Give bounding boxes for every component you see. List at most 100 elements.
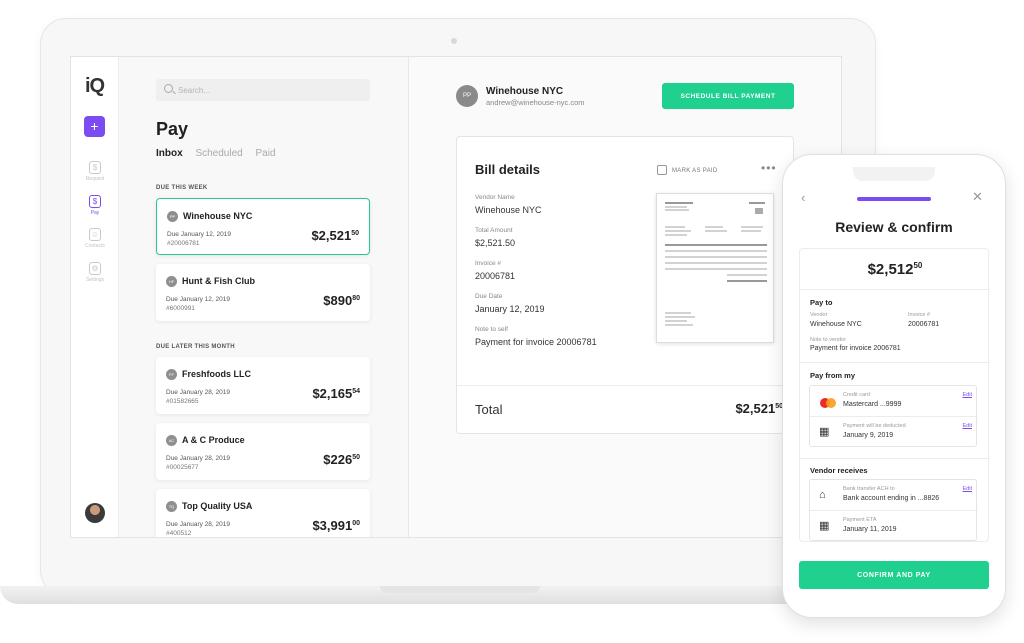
search-box[interactable] bbox=[156, 79, 370, 101]
page-title: Pay bbox=[156, 119, 189, 139]
more-options-icon[interactable]: ••• bbox=[761, 161, 777, 175]
schedule-bill-payment-button[interactable]: SCHEDULE BILL PAYMENT bbox=[662, 83, 794, 109]
bank-icon: ⌂ bbox=[819, 489, 826, 501]
amount-dollars: $3,991 bbox=[312, 518, 353, 533]
nav-item-label: Request bbox=[85, 176, 105, 182]
invoice-number: #6000991 bbox=[166, 305, 195, 312]
divider bbox=[800, 458, 990, 459]
section-label-this-week: DUE THIS WEEK bbox=[156, 185, 208, 191]
close-icon[interactable]: ✕ bbox=[972, 189, 983, 205]
calendar-arrow-icon: ▦ bbox=[819, 520, 830, 532]
divider bbox=[457, 385, 795, 386]
checkbox-icon[interactable] bbox=[657, 165, 667, 175]
vendor-avatar: PP bbox=[456, 85, 478, 107]
deduct-key: Payment will be deducted bbox=[843, 423, 906, 429]
progress-fill bbox=[857, 197, 931, 201]
total-dollars: $2,521 bbox=[735, 401, 776, 416]
nav-item-contacts[interactable]: ☺ Contacts bbox=[75, 228, 115, 249]
vendor-badge: TQ bbox=[166, 501, 177, 512]
eta-value: January 11, 2019 bbox=[843, 526, 897, 533]
review-title: Review & confirm bbox=[835, 219, 953, 235]
divider bbox=[800, 289, 990, 290]
pay-from-heading: Pay from my bbox=[810, 371, 856, 380]
amount-cents: 50 bbox=[351, 230, 359, 237]
amount-cents: 80 bbox=[352, 295, 360, 302]
vendor-header-name: Winehouse NYC bbox=[486, 86, 564, 97]
request-icon: $ bbox=[89, 161, 101, 174]
field-value: $2,521.50 bbox=[475, 238, 516, 248]
settings-icon: ⚙ bbox=[89, 262, 101, 275]
vendor-receives-heading: Vendor receives bbox=[810, 466, 868, 475]
bill-card[interactable]: AC A & C Produce Due January 28, 2019 #0… bbox=[156, 423, 370, 480]
eta-key: Payment ETA bbox=[843, 517, 877, 523]
edit-bank-link[interactable]: Edit bbox=[963, 486, 972, 492]
field-value: January 12, 2019 bbox=[475, 304, 545, 314]
phone-frame: ‹ ✕ Review & confirm $2,51250 Pay to Ven… bbox=[782, 154, 1006, 618]
progress-bar bbox=[857, 197, 931, 201]
user-avatar[interactable] bbox=[85, 503, 105, 523]
vendor-badge: FF bbox=[166, 369, 177, 380]
field-label: Note to self bbox=[475, 326, 508, 333]
invoice-number: #400512 bbox=[166, 530, 192, 537]
tab-paid[interactable]: Paid bbox=[256, 148, 276, 159]
field-total-amount: Total Amount $2,521.50 bbox=[475, 227, 515, 248]
bill-card[interactable]: FF Freshfoods LLC Due January 28, 2019 #… bbox=[156, 357, 370, 414]
field-value: Winehouse NYC bbox=[475, 205, 542, 215]
credit-card-row: Credit card Mastercard ...9999 Edit bbox=[810, 386, 978, 416]
tab-inbox[interactable]: Inbox bbox=[156, 148, 183, 159]
bill-amount: $2,16554 bbox=[312, 386, 360, 401]
vendor-badge: HF bbox=[166, 276, 177, 287]
bill-card[interactable]: HF Hunt & Fish Club Due January 12, 2019… bbox=[156, 264, 370, 321]
payment-eta-row: ▦ Payment ETA January 11, 2019 bbox=[810, 511, 978, 541]
field-label: Invoice # bbox=[475, 260, 502, 267]
field-label: Vendor Name bbox=[475, 194, 515, 201]
field-value: Payment for invoice 20006781 bbox=[475, 337, 597, 347]
mark-as-paid-label: MARK AS PAID bbox=[672, 168, 718, 174]
field-value: 20006781 bbox=[475, 271, 516, 281]
edit-date-link[interactable]: Edit bbox=[963, 423, 972, 429]
review-cents: 50 bbox=[913, 261, 923, 270]
mark-as-paid-toggle[interactable]: MARK AS PAID bbox=[657, 165, 718, 175]
field-due-date: Due Date January 12, 2019 bbox=[475, 293, 545, 314]
bill-card[interactable]: TQ Top Quality USA Due January 28, 2019 … bbox=[156, 489, 370, 537]
back-icon[interactable]: ‹ bbox=[801, 190, 805, 205]
tab-bar: Inbox Scheduled Paid bbox=[156, 148, 286, 159]
mobile-screen: ‹ ✕ Review & confirm $2,51250 Pay to Ven… bbox=[791, 167, 997, 607]
nav-item-pay[interactable]: $ Pay bbox=[75, 195, 115, 216]
add-button[interactable]: + bbox=[84, 116, 105, 137]
deduct-date-row: ▦ Payment will be deducted January 9, 20… bbox=[810, 417, 978, 447]
nav-item-label: Pay bbox=[90, 210, 100, 216]
nav-item-request[interactable]: $ Request bbox=[75, 161, 115, 182]
bill-card[interactable]: PP Winehouse NYC Due January 12, 2019 #2… bbox=[156, 198, 370, 255]
invoice-thumbnail[interactable] bbox=[656, 193, 774, 343]
search-input[interactable] bbox=[178, 82, 358, 98]
bank-value: Bank account ending in ...8826 bbox=[843, 495, 940, 502]
divider bbox=[800, 362, 990, 363]
app-logo: iQ bbox=[85, 75, 105, 97]
bank-transfer-row: ⌂ Bank transfer ACH to Bank account endi… bbox=[810, 480, 978, 510]
laptop-camera bbox=[451, 38, 457, 44]
tab-scheduled[interactable]: Scheduled bbox=[195, 148, 242, 159]
field-note-to-self: Note to self Payment for invoice 2000678… bbox=[475, 326, 597, 347]
calendar-icon: ▦ bbox=[819, 426, 830, 438]
invoice-number: #00025677 bbox=[166, 464, 199, 471]
amount-cents: 00 bbox=[352, 520, 360, 527]
invoice-value: 20006781 bbox=[908, 321, 940, 328]
edit-card-link[interactable]: Edit bbox=[963, 392, 972, 398]
due-date: Due January 12, 2019 bbox=[167, 231, 231, 238]
field-label: Total Amount bbox=[475, 227, 513, 234]
desktop-app-screen: iQ + $ Request $ Pay ☺ Contacts ⚙ Settin… bbox=[70, 56, 842, 538]
note-key: Note to vendor bbox=[810, 337, 847, 343]
due-date: Due January 28, 2019 bbox=[166, 455, 230, 462]
vendor-name: Hunt & Fish Club bbox=[182, 276, 255, 286]
note-value: Payment for invoice 2006781 bbox=[810, 345, 901, 352]
confirm-and-pay-button[interactable]: CONFIRM AND PAY bbox=[799, 561, 989, 589]
nav-rail: iQ + $ Request $ Pay ☺ Contacts ⚙ Settin… bbox=[71, 57, 119, 537]
due-date: Due January 28, 2019 bbox=[166, 521, 230, 528]
nav-item-settings[interactable]: ⚙ Settings bbox=[75, 262, 115, 283]
credit-card-key: Credit card bbox=[843, 392, 870, 398]
total-amount: $2,52150 bbox=[735, 401, 783, 416]
credit-card-value: Mastercard ...9999 bbox=[843, 401, 902, 408]
deduct-value: January 9, 2019 bbox=[843, 432, 894, 439]
vendor-name: A & C Produce bbox=[182, 435, 245, 445]
